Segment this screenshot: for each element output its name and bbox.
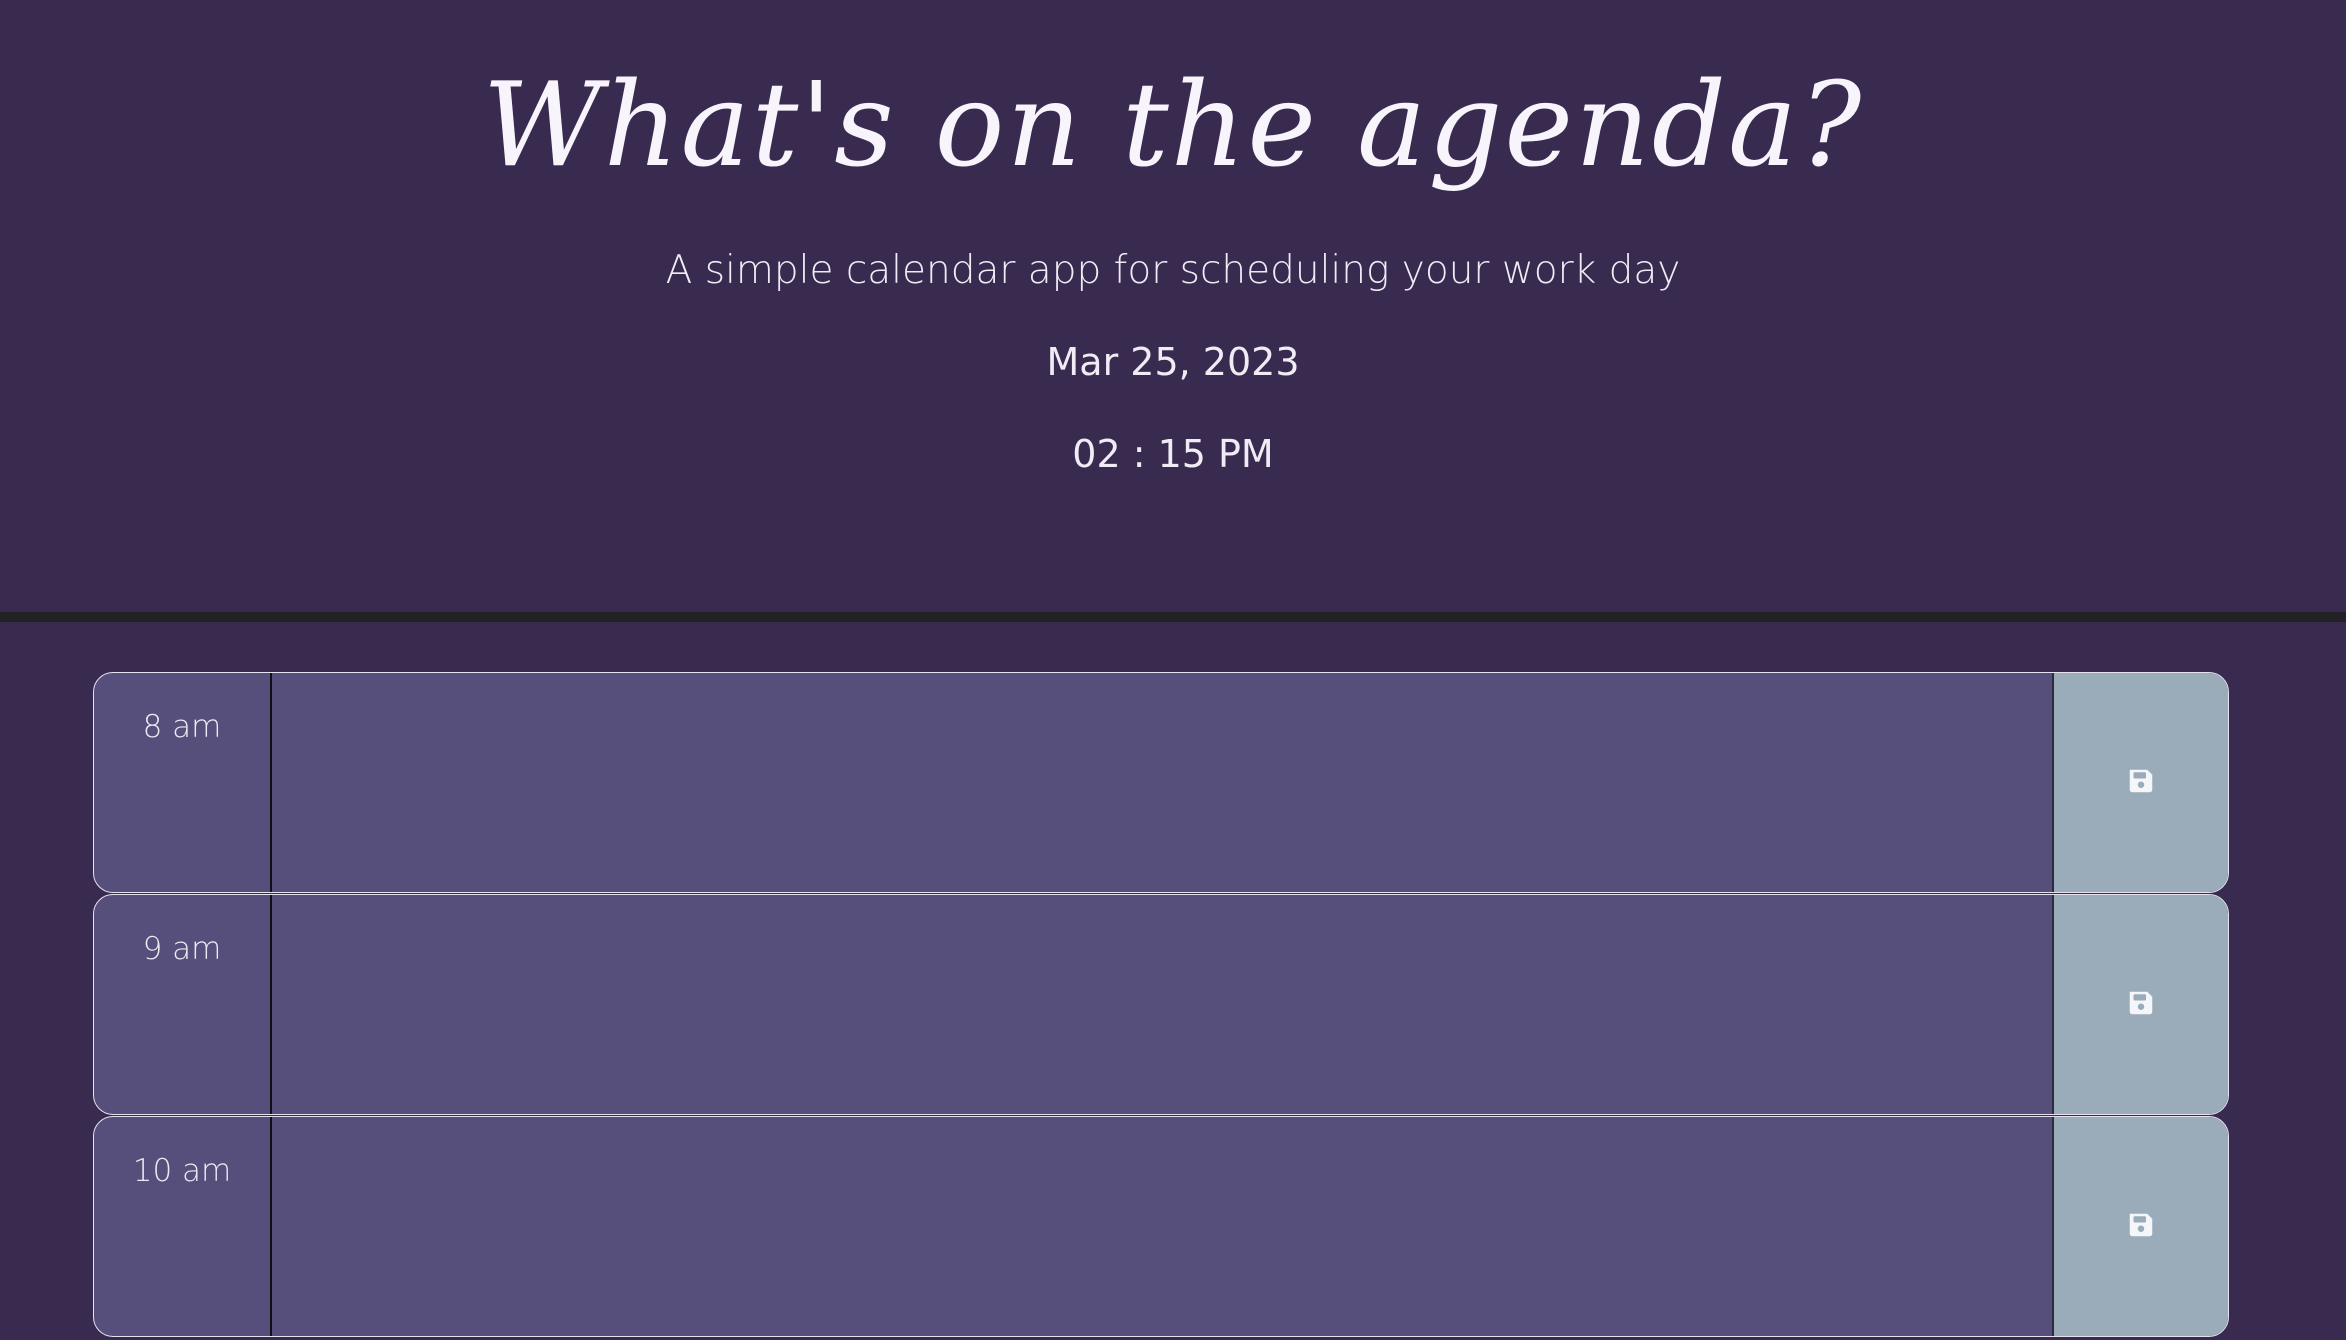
hour-label: 9 am [94,895,272,1114]
page-title: What's on the agenda? [482,58,1864,193]
time-block-10am: 10 am [93,1116,2229,1337]
hour-label: 10 am [94,1117,272,1336]
floppy-disk-icon [2126,766,2156,799]
schedule-list: 8 am 9 am 10 am [93,672,2229,1338]
time-block-9am: 9 am [93,894,2229,1115]
floppy-disk-icon [2126,1210,2156,1243]
event-input[interactable] [272,673,2052,892]
header-divider [0,612,2346,622]
time-block-8am: 8 am [93,672,2229,893]
page-header: What's on the agenda? A simple calendar … [0,0,2346,612]
event-input[interactable] [272,1117,2052,1336]
floppy-disk-icon [2126,988,2156,1021]
save-button[interactable] [2052,1117,2228,1336]
current-date: Mar 25, 2023 [1046,340,1300,384]
save-button[interactable] [2052,673,2228,892]
save-button[interactable] [2052,895,2228,1114]
hour-label: 8 am [94,673,272,892]
event-input[interactable] [272,895,2052,1114]
page-subtitle: A simple calendar app for scheduling you… [665,248,1681,293]
current-time: 02 : 15 PM [1072,432,1274,476]
